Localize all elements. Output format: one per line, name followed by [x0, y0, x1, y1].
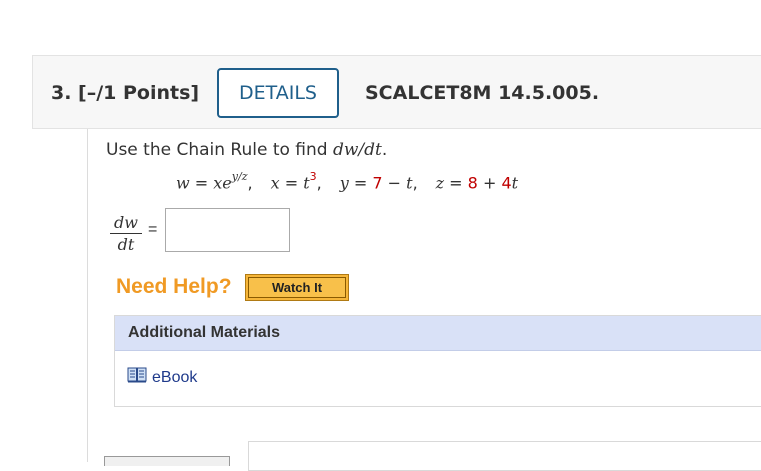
fraction-numerator: dw	[110, 213, 142, 234]
question-number-points: 3. [–/1 Points]	[51, 82, 200, 104]
question-prompt: Use the Chain Rule to find dw/dt.	[106, 140, 388, 160]
additional-materials-heading: Additional Materials	[115, 316, 761, 351]
need-help-label: Need Help?	[116, 275, 232, 298]
question-header: 3. [–/1 Points] DETAILS SCALCET8M 14.5.0…	[32, 55, 761, 129]
fraction-denominator: dt	[117, 235, 135, 254]
additional-materials-panel: Additional Materials eBook	[114, 315, 761, 407]
question-code: SCALCET8M 14.5.005.	[365, 82, 600, 104]
details-button[interactable]: DETAILS	[217, 68, 339, 118]
prompt-derivative: dw/dt	[333, 140, 382, 160]
watch-it-label: Watch It	[248, 277, 346, 298]
question-left-divider	[87, 129, 88, 462]
submit-button-partial[interactable]	[104, 456, 230, 466]
answer-input[interactable]	[165, 208, 290, 252]
book-icon	[127, 367, 147, 388]
equals-sign: =	[148, 221, 158, 238]
given-equations: w = xey/z, x = t3, y = 7 − t, z = 8 + 4t	[176, 170, 519, 193]
watch-it-button[interactable]: Watch It	[245, 274, 349, 301]
next-panel-partial	[248, 441, 761, 471]
ebook-label: eBook	[152, 368, 198, 386]
derivative-fraction: dw dt	[110, 213, 142, 254]
ebook-link[interactable]: eBook	[127, 367, 197, 388]
